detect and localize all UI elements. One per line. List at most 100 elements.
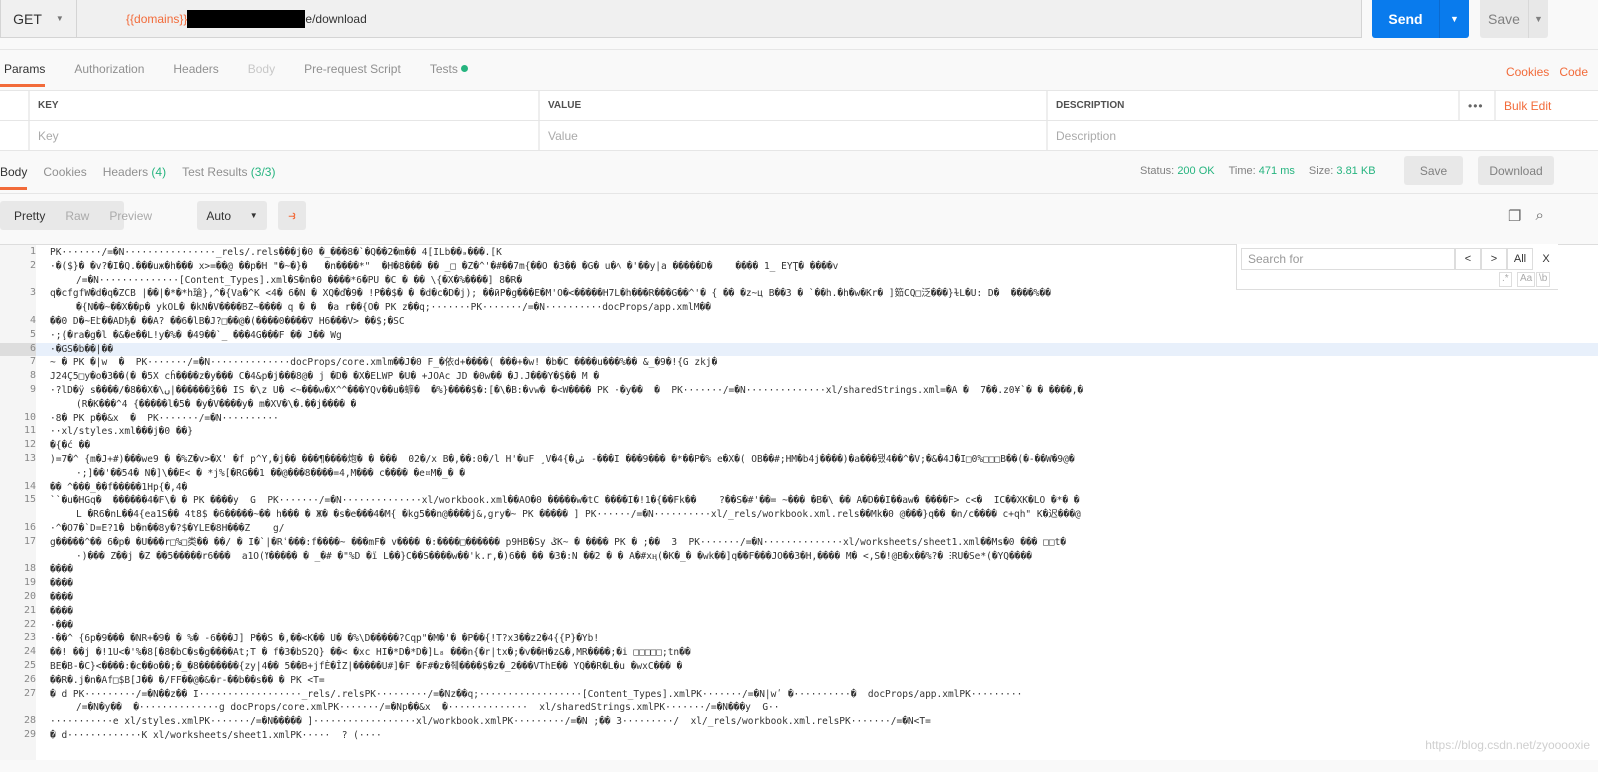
line-text: ·�GS�b��|�� bbox=[36, 343, 1598, 357]
search-panel: Search for < > All X .* Aa \b bbox=[1236, 244, 1558, 290]
code-line: 18 ���� bbox=[0, 563, 1598, 577]
tab-tests[interactable]: Tests bbox=[430, 62, 468, 87]
chevron-down-icon: ▼ bbox=[249, 211, 258, 220]
line-row: ``�u�HGq� ������4�F\� � PK ����y G PK···… bbox=[50, 495, 1080, 507]
line-text: ·?lD�ÿ s����/�8��X�\ࢽ|������ǯ�� IS �\z U… bbox=[36, 384, 1598, 412]
line-text: ���� bbox=[36, 577, 1598, 591]
download-button[interactable]: Download bbox=[1478, 156, 1554, 185]
line-row: ·8� PK p��&x � PK·······/=�N·········· bbox=[50, 412, 279, 424]
time-label: Time: bbox=[1228, 165, 1256, 177]
format-toggle: Pretty Raw Preview bbox=[0, 201, 152, 230]
tab-response-body[interactable]: Body bbox=[0, 165, 28, 190]
pretty-button[interactable]: Pretty bbox=[0, 209, 55, 223]
size-value: 3.81 KB bbox=[1336, 165, 1376, 177]
cookies-link[interactable]: Cookies bbox=[1506, 65, 1549, 79]
line-row: ���� bbox=[50, 591, 73, 603]
copy-icon[interactable]: ❐ bbox=[1508, 207, 1521, 225]
code-link[interactable]: Code bbox=[1559, 65, 1588, 79]
response-body-editor[interactable]: 1 PK·······/=�N················_rels/.rel… bbox=[0, 244, 1598, 760]
tab-body[interactable]: Body bbox=[248, 62, 275, 87]
save-request-button[interactable]: Save ▼ bbox=[1480, 0, 1548, 38]
tab-response-cookies[interactable]: Cookies bbox=[43, 165, 86, 190]
line-number: 27 bbox=[23, 687, 36, 699]
send-dropdown-icon[interactable]: ▼ bbox=[1440, 0, 1469, 38]
code-line: 25 BE�B-�C}<����:�c��o��;�_�8�������{zy|4… bbox=[0, 660, 1598, 674]
send-button[interactable]: Send ▼ bbox=[1372, 0, 1469, 38]
line-number: 7 bbox=[29, 356, 36, 368]
response-tabs: Body Cookies Headers (4) Test Results (3… bbox=[0, 165, 291, 190]
line-row: L �R6�nL��4{ea1S�� 4t8$ �6�����~�� h��� … bbox=[76, 509, 1081, 521]
value-input[interactable]: Value bbox=[540, 121, 1048, 150]
line-text: ���� bbox=[36, 605, 1598, 619]
line-row: ·^�O7�`D=E?1� b�n��8y�?$�YLE�8H���Z g/ bbox=[50, 522, 285, 534]
line-number: 11 bbox=[23, 425, 36, 437]
line-number: 24 bbox=[23, 646, 36, 658]
tab-headers[interactable]: Headers bbox=[173, 62, 218, 87]
status-label: Status: bbox=[1140, 165, 1175, 177]
code-line: 17 g�����^�� 6�p� �U���r□%□类�� ��/ � I�`|… bbox=[0, 536, 1598, 564]
case-toggle[interactable]: Aa bbox=[1517, 272, 1536, 287]
key-input[interactable]: Key bbox=[30, 121, 540, 150]
bulk-edit-link[interactable]: Bulk Edit bbox=[1496, 91, 1551, 120]
line-row: ·?lD�ÿ s����/�8��X�\ࢽ|������ǯ�� IS �\z U… bbox=[50, 384, 1084, 396]
line-row: ·��^ {6p�9��� �NR+�9� � %� -6���J] P��S … bbox=[50, 633, 600, 645]
line-text: ···········e xl/styles.xmlPK·······/=�N�… bbox=[36, 715, 1598, 729]
line-number: 16 bbox=[23, 521, 36, 533]
line-text: ���� bbox=[36, 563, 1598, 577]
search-all-button[interactable]: All bbox=[1507, 248, 1533, 270]
whole-word-toggle[interactable]: \b bbox=[1536, 272, 1551, 287]
line-row: �{N��~��X��p� ykOL� �kN�V����BZ~���� q �… bbox=[76, 302, 711, 314]
line-number: 4 bbox=[29, 314, 36, 326]
search-icon[interactable]: ⌕ bbox=[1535, 207, 1543, 225]
save-response-button[interactable]: Save bbox=[1404, 156, 1463, 185]
line-row: ···········e xl/styles.xmlPK·······/=�N�… bbox=[50, 716, 931, 728]
url-input[interactable]: {{domains}} e/download bbox=[77, 0, 367, 37]
code-line: 24 ��! ��j �!1U<�'%�8[�8�bC�s�g����At;T �… bbox=[0, 646, 1598, 660]
line-row: ���� bbox=[50, 605, 73, 617]
row-checkbox[interactable] bbox=[0, 121, 30, 150]
code-line: 5 ·;̣(�ra�g�l �&�e��L!y�%� �49��`_ ���4G�… bbox=[0, 329, 1598, 343]
params-row: Key Value Description bbox=[0, 121, 1598, 151]
line-number: 25 bbox=[23, 659, 36, 671]
tab-authorization[interactable]: Authorization bbox=[74, 62, 144, 87]
value-header: VALUE bbox=[540, 91, 1048, 120]
preview-button[interactable]: Preview bbox=[99, 209, 162, 223]
method-select[interactable]: GET ▼ bbox=[1, 0, 77, 37]
line-number: 8 bbox=[29, 370, 36, 382]
line-text: g�����^�� 6�p� �U���r□%□类�� ��/ � I�`|�R… bbox=[36, 536, 1598, 564]
line-number: 28 bbox=[23, 715, 36, 727]
line-text: ·^�O7�`D=E?1� b�n��8y�?$�YLE�8H���Z g/ bbox=[36, 522, 1598, 536]
code-line: 6 ·�GS�b��|�� bbox=[0, 342, 1598, 357]
line-text: � d·············K xl/worksheets/sheet1.x… bbox=[36, 729, 1598, 743]
tab-test-results[interactable]: Test Results (3/3) bbox=[182, 165, 275, 190]
search-close-button[interactable]: X bbox=[1533, 248, 1559, 270]
line-number: 18 bbox=[23, 563, 36, 575]
raw-button[interactable]: Raw bbox=[55, 209, 99, 223]
line-number: 13 bbox=[23, 452, 36, 464]
line-row: (R�K���^4 {�����l�5� �y�V����y� m�XV�\�.… bbox=[76, 398, 357, 410]
regex-toggle[interactable]: .* bbox=[1499, 272, 1512, 287]
tab-pre-request-script[interactable]: Pre-request Script bbox=[304, 62, 401, 87]
description-input[interactable]: Description bbox=[1048, 121, 1598, 150]
tab-label: Test Results bbox=[182, 165, 248, 179]
line-text: J24Ç5□y�o�3��(� �5X cĥ����z�y��� C�4&p�j… bbox=[36, 370, 1598, 384]
code-line: 21 ���� bbox=[0, 605, 1598, 619]
language-select[interactable]: Auto ▼ bbox=[197, 201, 267, 230]
line-text: � d PK·········/=�N��z�� I··············… bbox=[36, 688, 1598, 716]
search-input[interactable]: Search for bbox=[1241, 248, 1455, 270]
chevron-down-icon: ▼ bbox=[55, 14, 64, 23]
code-line: 20 ���� bbox=[0, 591, 1598, 605]
more-options-icon[interactable]: ••• bbox=[1460, 91, 1496, 120]
line-text: ��R�.j�n�Af□$B[J�� �/FF��@�&�r-��b��s�� … bbox=[36, 674, 1598, 688]
tab-params[interactable]: Params bbox=[0, 62, 46, 87]
line-text: ~ � PK �|w � PK·······/=�N··············… bbox=[36, 356, 1598, 370]
tab-response-headers[interactable]: Headers (4) bbox=[103, 165, 166, 190]
wrap-lines-icon[interactable]: ⥽ bbox=[278, 201, 306, 230]
params-table: KEY VALUE DESCRIPTION ••• Bulk Edit Key … bbox=[0, 90, 1598, 151]
line-row: ��! ��j �!1U<�'%�8[�8�bC�s�g����At;T � f… bbox=[50, 647, 691, 659]
search-next-button[interactable]: > bbox=[1481, 248, 1507, 270]
line-number: 5 bbox=[29, 328, 36, 340]
line-text: �{�ć �� bbox=[36, 439, 1598, 453]
save-dropdown-icon[interactable]: ▼ bbox=[1529, 0, 1548, 38]
search-prev-button[interactable]: < bbox=[1455, 248, 1481, 270]
